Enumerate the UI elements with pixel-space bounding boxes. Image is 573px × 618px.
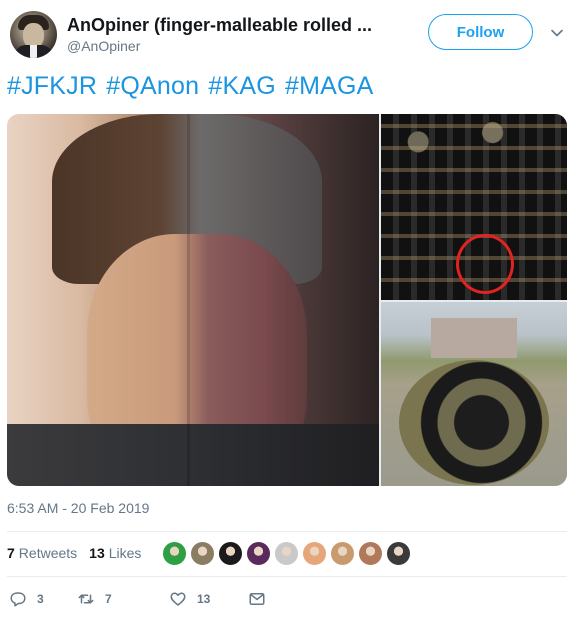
photo-army-group[interactable] — [381, 114, 567, 300]
liker-avatar[interactable] — [358, 541, 383, 566]
like-button[interactable]: 13 — [169, 590, 210, 608]
divider — [7, 576, 567, 577]
retweet-button[interactable]: 7 — [77, 590, 112, 608]
retweets-stat[interactable]: 7 Retweets — [7, 545, 77, 561]
liker-avatar[interactable] — [386, 541, 411, 566]
retweet-icon — [78, 594, 94, 604]
like-count: 13 — [197, 592, 211, 606]
liker-avatar[interactable] — [218, 541, 243, 566]
display-name[interactable]: AnOpiner (finger-malleable rolled ... — [67, 15, 372, 36]
reply-button[interactable]: 3 — [9, 590, 44, 608]
reply-count: 3 — [37, 592, 44, 606]
photo-face-comparison[interactable] — [7, 114, 379, 486]
tweet-stats: 7 Retweets 13 Likes — [7, 545, 153, 561]
follow-button[interactable]: Follow — [428, 14, 533, 50]
chevron-down-icon[interactable] — [550, 26, 564, 40]
tweet-text: #JFKJR #QAnon #KAG #MAGA — [7, 72, 376, 101]
hashtag-link[interactable]: #MAGA — [285, 72, 374, 100]
hashtag-link[interactable]: #JFKJR — [7, 72, 97, 100]
liker-avatar[interactable] — [246, 541, 271, 566]
liker-avatar[interactable] — [274, 541, 299, 566]
tweet-timestamp[interactable]: 6:53 AM - 20 Feb 2019 — [7, 500, 149, 516]
photo-formation[interactable] — [381, 302, 567, 486]
highlight-circle — [456, 234, 514, 294]
likes-label: Likes — [108, 545, 142, 561]
direct-message-button[interactable] — [248, 590, 276, 608]
likes-count: 13 — [89, 545, 105, 561]
liker-avatar[interactable] — [190, 541, 215, 566]
tweet-header: AnOpiner (finger-malleable rolled ... @A… — [0, 0, 573, 66]
likes-stat[interactable]: 13 Likes — [89, 545, 141, 561]
envelope-icon — [249, 593, 265, 605]
reply-icon — [10, 592, 26, 607]
liker-avatars — [162, 541, 414, 566]
avatar[interactable] — [10, 11, 57, 58]
divider — [7, 531, 567, 532]
retweets-count: 7 — [7, 545, 15, 561]
retweet-count: 7 — [105, 592, 112, 606]
liker-avatar[interactable] — [162, 541, 187, 566]
liker-avatar[interactable] — [330, 541, 355, 566]
liker-avatar[interactable] — [302, 541, 327, 566]
user-handle[interactable]: @AnOpiner — [67, 38, 140, 54]
retweets-label: Retweets — [18, 545, 78, 561]
media-gallery — [7, 114, 567, 486]
tweet-actions: 3 7 13 — [7, 590, 567, 612]
heart-icon — [170, 592, 186, 606]
hashtag-link[interactable]: #KAG — [208, 72, 276, 100]
hashtag-link[interactable]: #QAnon — [106, 72, 199, 100]
